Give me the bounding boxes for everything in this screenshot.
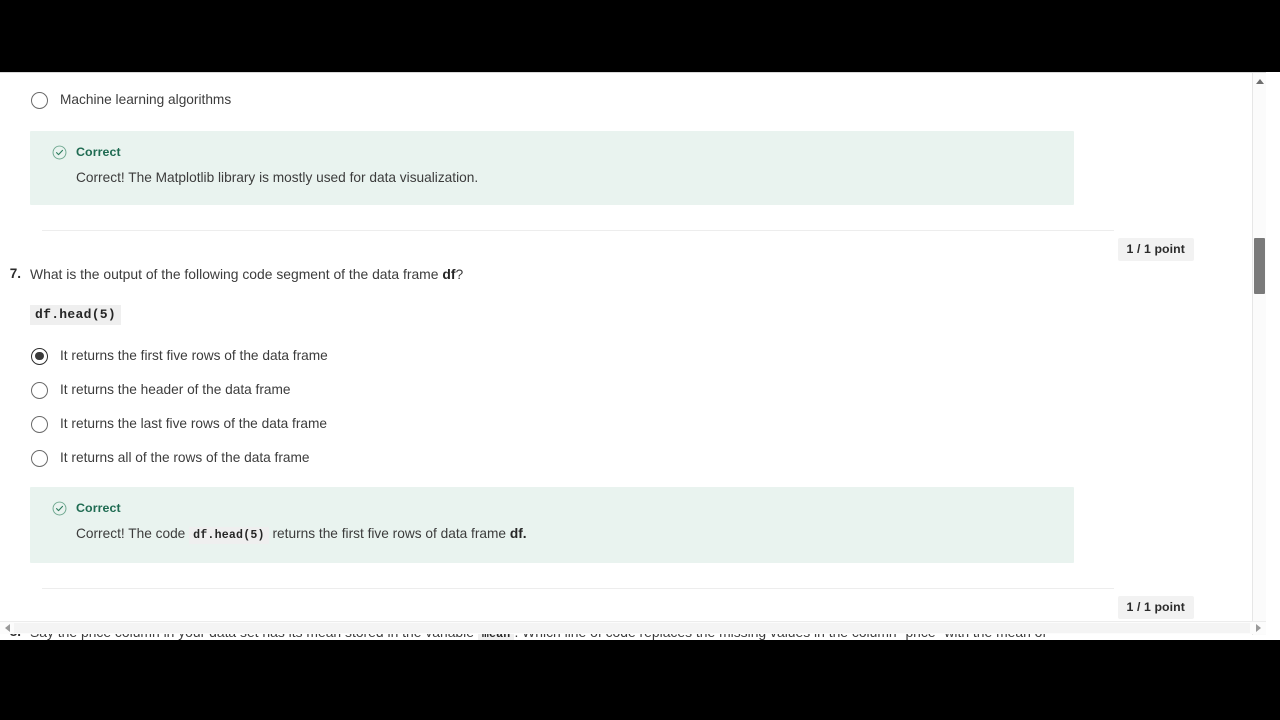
question-7-row: 7. What is the output of the following c… <box>0 262 1236 563</box>
question-7-options: It returns the first five rows of the da… <box>30 339 1236 475</box>
question-6-options: Machine learning algorithms <box>30 83 1236 117</box>
quiz-page: Machine learning algorithms Correct Corr… <box>0 72 1266 640</box>
question-6-row: Machine learning algorithms Correct Corr… <box>0 83 1236 205</box>
question-block-7: 1 / 1 point 7. What is the output of the… <box>0 230 1236 563</box>
quiz-content: Machine learning algorithms Correct Corr… <box>0 73 1236 640</box>
feedback-box-correct: Correct Correct! The Matplotlib library … <box>30 131 1074 205</box>
feedback-text-pre: Correct! The code <box>76 526 190 541</box>
feedback-header: Correct <box>52 499 1058 517</box>
vertical-scrollbar[interactable] <box>1252 73 1266 635</box>
question-7-body: What is the output of the following code… <box>30 262 1236 563</box>
question-7-prompt-tail: ? <box>455 266 464 282</box>
browser-viewport: Machine learning algorithms Correct Corr… <box>0 72 1280 640</box>
question-divider <box>42 230 1114 231</box>
feedback-text-bold: df. <box>509 526 527 541</box>
code-snippet: df.head(5) <box>30 305 122 325</box>
feedback-header: Correct <box>52 143 1058 161</box>
option-row[interactable]: Machine learning algorithms <box>30 83 1236 117</box>
option-label: It returns all of the rows of the data f… <box>60 450 310 465</box>
points-badge: 1 / 1 point <box>1117 596 1194 619</box>
feedback-title: Correct <box>76 145 121 159</box>
option-row[interactable]: It returns the header of the data frame <box>30 373 1236 407</box>
check-circle-icon <box>52 145 67 159</box>
horizontal-scrollbar-thumb[interactable] <box>14 623 1250 633</box>
question-7-code-wrap: df.head(5) <box>30 287 1236 325</box>
horizontal-scrollbar[interactable] <box>0 621 1266 634</box>
vertical-scrollbar-thumb[interactable] <box>1254 238 1265 294</box>
question-6-body: Machine learning algorithms Correct Corr… <box>30 83 1236 205</box>
radio-button-unselected[interactable] <box>31 449 48 467</box>
option-row[interactable]: It returns the first five rows of the da… <box>30 339 1236 373</box>
points-badge: 1 / 1 point <box>1117 238 1194 261</box>
option-row[interactable]: It returns all of the rows of the data f… <box>30 441 1236 475</box>
option-label: It returns the header of the data frame <box>60 382 291 397</box>
check-circle-icon <box>52 501 67 515</box>
feedback-box-correct: Correct Correct! The code df.head(5) ret… <box>30 487 1074 563</box>
question-divider <box>42 588 1114 589</box>
feedback-text-mid: returns the first five rows of data fram… <box>268 526 510 541</box>
feedback-text: Correct! The Matplotlib library is mostl… <box>76 170 479 185</box>
radio-button-unselected[interactable] <box>31 415 48 433</box>
option-row[interactable]: It returns the last five rows of the dat… <box>30 407 1236 441</box>
question-7-number: 7. <box>9 266 21 281</box>
question-7-prompt: What is the output of the following code… <box>30 262 1060 287</box>
letterbox-top-bar <box>0 0 1280 72</box>
question-7-prompt-bold: df <box>442 266 456 282</box>
feedback-title: Correct <box>76 501 121 515</box>
question-7-prompt-text: What is the output of the following code… <box>30 266 443 282</box>
scroll-right-arrow-icon[interactable] <box>1252 622 1265 634</box>
letterbox-bottom-bar <box>0 655 1280 720</box>
inline-code-snippet: df.head(5) <box>189 527 269 544</box>
option-label: It returns the last five rows of the dat… <box>60 416 328 431</box>
radio-button-unselected[interactable] <box>31 91 48 109</box>
option-label: It returns the first five rows of the da… <box>60 348 328 363</box>
scroll-up-arrow-icon[interactable] <box>1253 74 1266 88</box>
question-block-6-tail: Machine learning algorithms Correct Corr… <box>0 73 1236 205</box>
option-label: Machine learning algorithms <box>60 92 232 107</box>
scroll-left-arrow-icon[interactable] <box>1 622 14 634</box>
radio-button-unselected[interactable] <box>31 381 48 399</box>
feedback-text: Correct! The code df.head(5) returns the… <box>76 523 1058 547</box>
radio-button-selected[interactable] <box>31 347 48 365</box>
